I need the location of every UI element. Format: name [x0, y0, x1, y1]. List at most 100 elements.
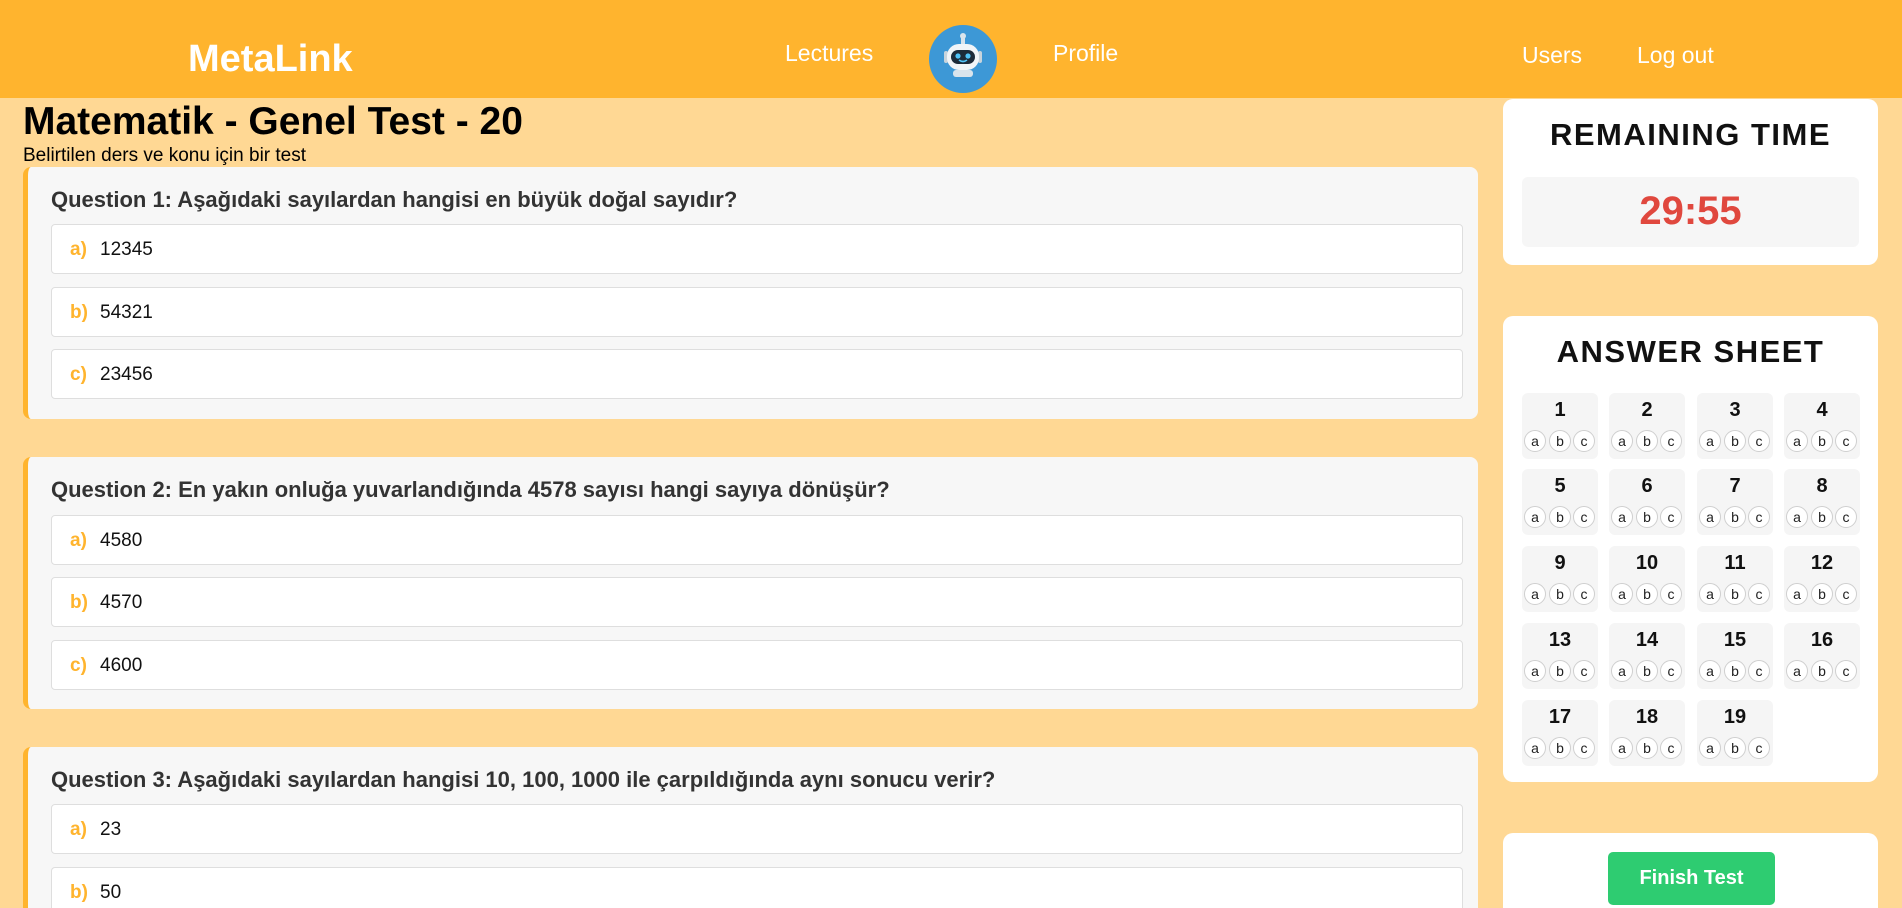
answer-option[interactable]: c) 4600 — [51, 640, 1463, 690]
option-letter: c) — [70, 655, 87, 676]
answer-bubble-a[interactable]: a — [1786, 660, 1808, 682]
answer-bubble-c[interactable]: c — [1660, 737, 1682, 759]
answer-bubble-c[interactable]: c — [1573, 506, 1595, 528]
brand-logo[interactable]: MetaLink — [188, 38, 353, 81]
answer-option[interactable]: b) 50 — [51, 867, 1463, 908]
question-title: Question 3: Aşağıdaki sayılardan hangisi… — [51, 767, 996, 792]
answer-bubble-a[interactable]: a — [1611, 583, 1633, 605]
answer-bubble-b[interactable]: b — [1549, 583, 1571, 605]
answer-bubble-c[interactable]: c — [1748, 506, 1770, 528]
answer-sheet-number: 3 — [1729, 399, 1741, 421]
answer-bubble-c[interactable]: c — [1835, 660, 1857, 682]
answer-bubble-b[interactable]: b — [1636, 506, 1658, 528]
answer-sheet-item: 12 a b c — [1784, 546, 1860, 612]
answer-bubble-c[interactable]: c — [1660, 583, 1682, 605]
answer-bubble-a[interactable]: a — [1699, 430, 1721, 452]
answer-option[interactable]: a) 12345 — [51, 224, 1463, 274]
answer-bubble-a[interactable]: a — [1786, 430, 1808, 452]
answer-bubble-a[interactable]: a — [1524, 660, 1546, 682]
answer-bubble-a[interactable]: a — [1699, 583, 1721, 605]
answer-sheet-number: 19 — [1723, 706, 1747, 728]
answer-bubble-b[interactable]: b — [1636, 737, 1658, 759]
answer-bubble-c[interactable]: c — [1835, 430, 1857, 452]
answer-sheet-item: 8abc — [1784, 469, 1860, 535]
nav-profile-link[interactable]: Profile — [1053, 40, 1118, 67]
answer-bubble-c[interactable]: c — [1748, 660, 1770, 682]
answer-sheet-item: 7abc — [1697, 469, 1773, 535]
answer-bubble-a[interactable]: a — [1699, 737, 1721, 759]
option-text: 12345 — [100, 239, 153, 260]
option-letter: c) — [70, 364, 87, 385]
answer-bubble-a[interactable]: a — [1786, 583, 1808, 605]
answer-bubble-c[interactable]: c — [1660, 430, 1682, 452]
answer-option[interactable]: c) 23456 — [51, 349, 1463, 399]
answer-bubble-b[interactable]: b — [1811, 660, 1833, 682]
answer-bubble-b[interactable]: b — [1811, 506, 1833, 528]
answer-bubble-a[interactable]: a — [1611, 506, 1633, 528]
answer-sheet-number: 18 — [1635, 706, 1659, 728]
answer-sheet-item: 10 a b c — [1609, 546, 1685, 612]
answer-bubble-c[interactable]: c — [1573, 660, 1595, 682]
answer-bubble-c[interactable]: c — [1660, 506, 1682, 528]
answer-sheet-item: 1abc — [1522, 393, 1598, 459]
answer-bubble-b[interactable]: b — [1636, 430, 1658, 452]
answer-bubble-a[interactable]: a — [1611, 660, 1633, 682]
answer-bubble-a[interactable]: a — [1524, 506, 1546, 528]
answer-option[interactable]: b) 4570 — [51, 577, 1463, 627]
answer-bubble-c[interactable]: c — [1748, 583, 1770, 605]
answer-bubble-c[interactable]: c — [1835, 506, 1857, 528]
answer-bubble-b[interactable]: b — [1724, 583, 1746, 605]
answer-option[interactable]: a) 23 — [51, 804, 1463, 854]
answer-sheet-item: 5abc — [1522, 469, 1598, 535]
answer-bubble-b[interactable]: b — [1724, 430, 1746, 452]
nav-users-link[interactable]: Users — [1522, 42, 1582, 69]
answer-bubble-c[interactable]: c — [1573, 430, 1595, 452]
finish-test-button[interactable]: Finish Test — [1608, 852, 1775, 905]
nav-lectures-link[interactable]: Lectures — [785, 40, 873, 67]
nav-logout-link[interactable]: Log out — [1637, 42, 1714, 69]
answer-bubble-c[interactable]: c — [1660, 660, 1682, 682]
question-card: Question 1: Aşağıdaki sayılardan hangisi… — [23, 167, 1478, 419]
answer-bubble-b[interactable]: b — [1549, 660, 1571, 682]
answer-bubble-c[interactable]: c — [1748, 430, 1770, 452]
answer-sheet-number: 14 — [1635, 629, 1659, 651]
answer-sheet-item: 15 a b c — [1697, 623, 1773, 689]
answer-bubble-b[interactable]: b — [1811, 430, 1833, 452]
answer-bubble-b[interactable]: b — [1549, 430, 1571, 452]
answer-bubble-a[interactable]: a — [1524, 737, 1546, 759]
answer-bubble-c[interactable]: c — [1573, 583, 1595, 605]
answer-bubble-b[interactable]: b — [1724, 506, 1746, 528]
answer-bubble-b[interactable]: b — [1724, 737, 1746, 759]
answer-option[interactable]: a) 4580 — [51, 515, 1463, 565]
page-subtitle: Belirtilen ders ve konu için bir test — [23, 145, 307, 166]
answer-bubble-b[interactable]: b — [1724, 660, 1746, 682]
option-text: 23456 — [100, 364, 153, 385]
answer-bubble-a[interactable]: a — [1699, 660, 1721, 682]
answer-bubble-b[interactable]: b — [1549, 737, 1571, 759]
answer-bubble-c[interactable]: c — [1748, 737, 1770, 759]
remaining-time-panel: REMAINING TIME 29:55 — [1503, 99, 1878, 265]
remaining-time-title: REMAINING TIME — [1549, 117, 1832, 152]
answer-bubble-b[interactable]: b — [1636, 583, 1658, 605]
question-card: Question 3: Aşağıdaki sayılardan hangisi… — [23, 747, 1478, 908]
answer-bubble-b[interactable]: b — [1636, 660, 1658, 682]
answer-bubble-a[interactable]: a — [1786, 506, 1808, 528]
option-letter: b) — [70, 592, 88, 613]
answer-bubble-a[interactable]: a — [1611, 430, 1633, 452]
answer-bubble-c[interactable]: c — [1835, 583, 1857, 605]
answer-bubble-a[interactable]: a — [1699, 506, 1721, 528]
answer-sheet-item: 14 a b c — [1609, 623, 1685, 689]
answer-bubble-c[interactable]: c — [1573, 737, 1595, 759]
answer-sheet-panel: ANSWER SHEET 1abc2abc3abc4abc5abc6abc7ab… — [1503, 316, 1878, 782]
answer-bubble-a[interactable]: a — [1524, 430, 1546, 452]
answer-sheet-number: 6 — [1641, 475, 1653, 497]
answer-option[interactable]: b) 54321 — [51, 287, 1463, 337]
robot-assistant-icon[interactable] — [929, 25, 997, 93]
answer-bubble-a[interactable]: a — [1524, 583, 1546, 605]
option-letter: a) — [70, 239, 87, 260]
answer-bubble-b[interactable]: b — [1549, 506, 1571, 528]
answer-bubble-a[interactable]: a — [1611, 737, 1633, 759]
answer-sheet-item: 19 a b c — [1697, 700, 1773, 766]
answer-bubble-b[interactable]: b — [1811, 583, 1833, 605]
option-text: 4570 — [100, 592, 143, 613]
